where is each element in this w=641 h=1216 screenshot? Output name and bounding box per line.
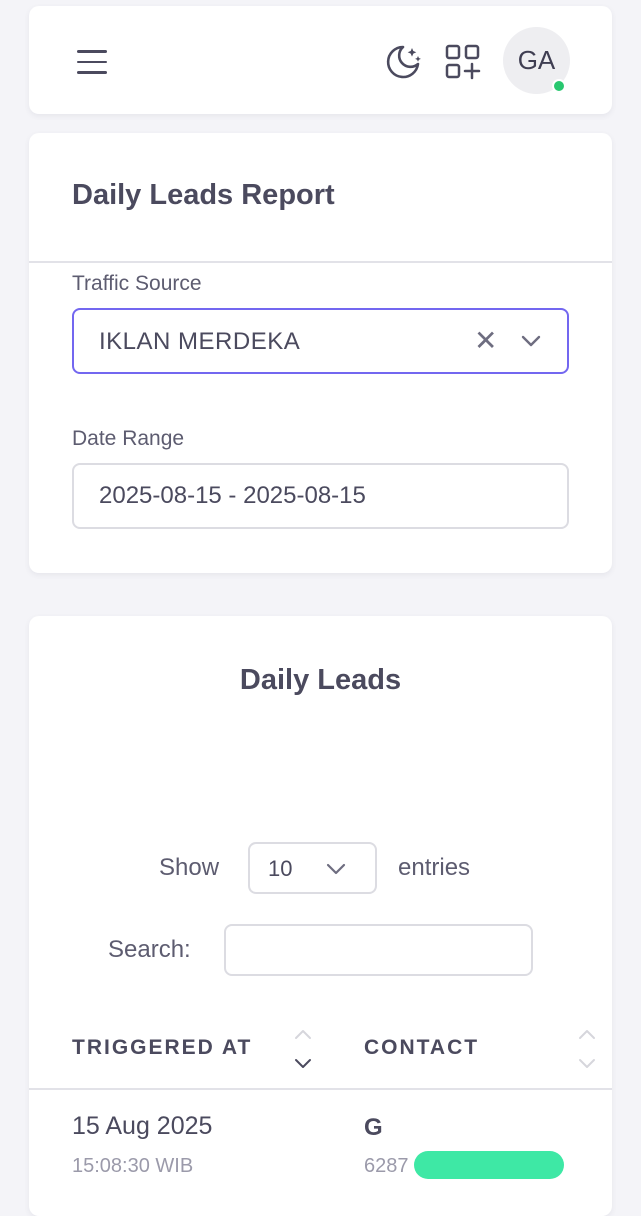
show-label: Show bbox=[159, 854, 220, 881]
close-icon[interactable]: ✕ bbox=[474, 324, 497, 357]
moon-stars-icon[interactable] bbox=[383, 42, 423, 82]
section-title: Daily Leads bbox=[239, 664, 402, 696]
report-filter-card: Daily Leads Report Traffic Source IKLAN … bbox=[29, 133, 612, 573]
search-input[interactable] bbox=[224, 924, 533, 976]
table-header-divider bbox=[29, 1088, 612, 1090]
redaction-mark bbox=[414, 1151, 564, 1179]
column-header-contact[interactable]: CONTACT bbox=[364, 1036, 479, 1060]
page-length-select[interactable]: 10 bbox=[248, 842, 377, 894]
top-navbar: GA bbox=[29, 6, 612, 114]
page-title: Daily Leads Report bbox=[72, 179, 335, 211]
daily-leads-card: Daily Leads Show 10 entries Search: TRIG… bbox=[29, 616, 612, 1216]
page-length-control: Show 10 entries bbox=[29, 842, 612, 894]
row-date: 15 Aug 2025 bbox=[72, 1112, 213, 1140]
page-length-value: 10 bbox=[268, 856, 293, 881]
row-time: 15:08:30 WIB bbox=[72, 1155, 194, 1177]
date-range-input[interactable] bbox=[72, 463, 569, 529]
search-label: Search: bbox=[108, 936, 191, 963]
traffic-source-label: Traffic Source bbox=[72, 272, 202, 295]
contact-phone: 6287 bbox=[364, 1155, 409, 1177]
traffic-source-value: IKLAN MERDEKA bbox=[99, 328, 301, 355]
chevron-down-icon[interactable] bbox=[520, 330, 542, 352]
grid-plus-icon[interactable] bbox=[443, 42, 483, 82]
sort-icon[interactable] bbox=[576, 1022, 598, 1078]
user-avatar[interactable]: GA bbox=[503, 27, 570, 94]
avatar-initials: GA bbox=[517, 45, 556, 75]
sort-icon[interactable] bbox=[292, 1022, 314, 1078]
date-range-label: Date Range bbox=[72, 427, 185, 450]
divider bbox=[29, 261, 612, 263]
contact-name: G bbox=[364, 1114, 383, 1141]
column-header-triggered-at[interactable]: TRIGGERED AT bbox=[72, 1036, 252, 1060]
entries-label: entries bbox=[398, 854, 471, 881]
online-status-dot bbox=[552, 79, 566, 93]
chevron-down-icon bbox=[326, 863, 346, 875]
traffic-source-select[interactable]: IKLAN MERDEKA ✕ bbox=[72, 308, 569, 374]
hamburger-menu-icon[interactable] bbox=[77, 50, 107, 76]
